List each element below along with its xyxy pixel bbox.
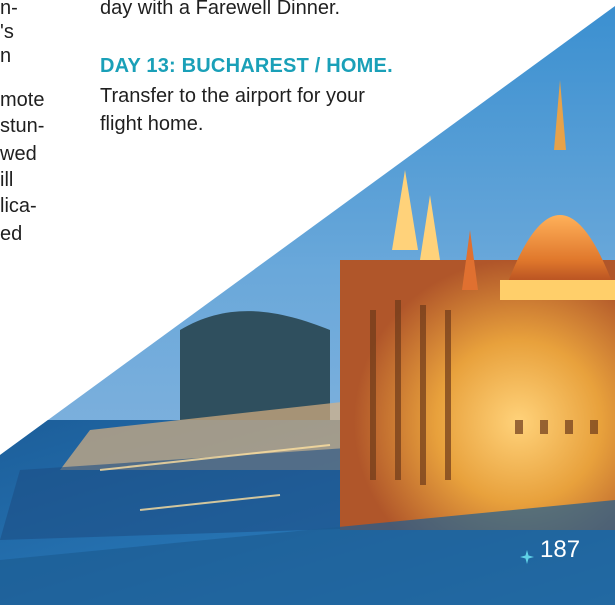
compass-star-icon bbox=[520, 543, 534, 564]
parliament-photo bbox=[0, 6, 615, 605]
page-number-text: 187 bbox=[540, 536, 581, 563]
page-number: 187 bbox=[520, 536, 580, 564]
